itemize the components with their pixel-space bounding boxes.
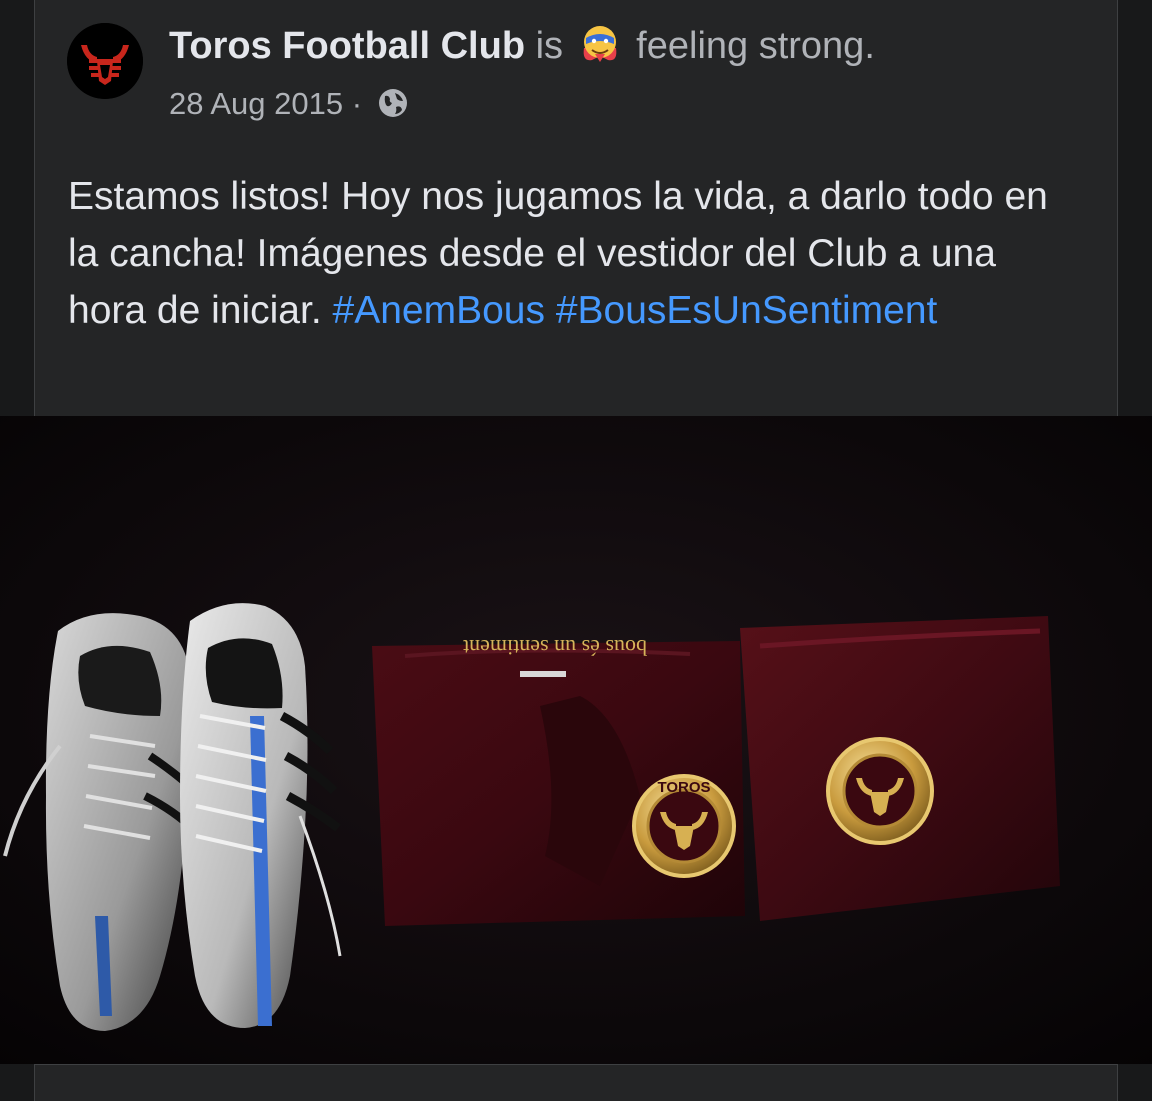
feeling-verb: is <box>535 25 564 67</box>
post-header: Toros Football Club is feeling strong. <box>169 22 875 70</box>
hashtag-link[interactable]: #AnemBous <box>333 289 545 332</box>
post-photo[interactable]: bous és un sentiment TOROS <box>0 416 1152 1064</box>
globe-icon[interactable] <box>377 87 409 119</box>
post-text: Estamos listos! Hoy nos jugamos la vida,… <box>68 168 1078 339</box>
shirt-motto: bous és un sentiment <box>463 635 647 660</box>
post-date-link[interactable]: 28 Aug 2015 <box>169 86 343 121</box>
maroon-shirt: bous és un sentiment TOROS <box>372 635 745 926</box>
meta-separator: · <box>351 86 363 121</box>
boots-and-kit-photo: bous és un sentiment TOROS <box>0 416 1152 1064</box>
post-footer <box>34 1064 1118 1101</box>
post-meta: 28 Aug 2015 · <box>169 84 409 124</box>
club-crest-shirt: TOROS <box>632 774 736 878</box>
hashtag-link[interactable]: #BousEsUnSentiment <box>556 289 938 332</box>
page-avatar[interactable] <box>67 23 143 99</box>
page-name-link[interactable]: Toros Football Club <box>169 25 525 67</box>
feeling-text: feeling strong. <box>636 25 875 67</box>
bull-logo-icon <box>67 23 143 99</box>
club-crest-shorts <box>826 737 934 845</box>
superhero-emoji-icon <box>583 26 616 62</box>
crest-title: TOROS <box>657 779 710 796</box>
maroon-shorts <box>740 616 1060 921</box>
